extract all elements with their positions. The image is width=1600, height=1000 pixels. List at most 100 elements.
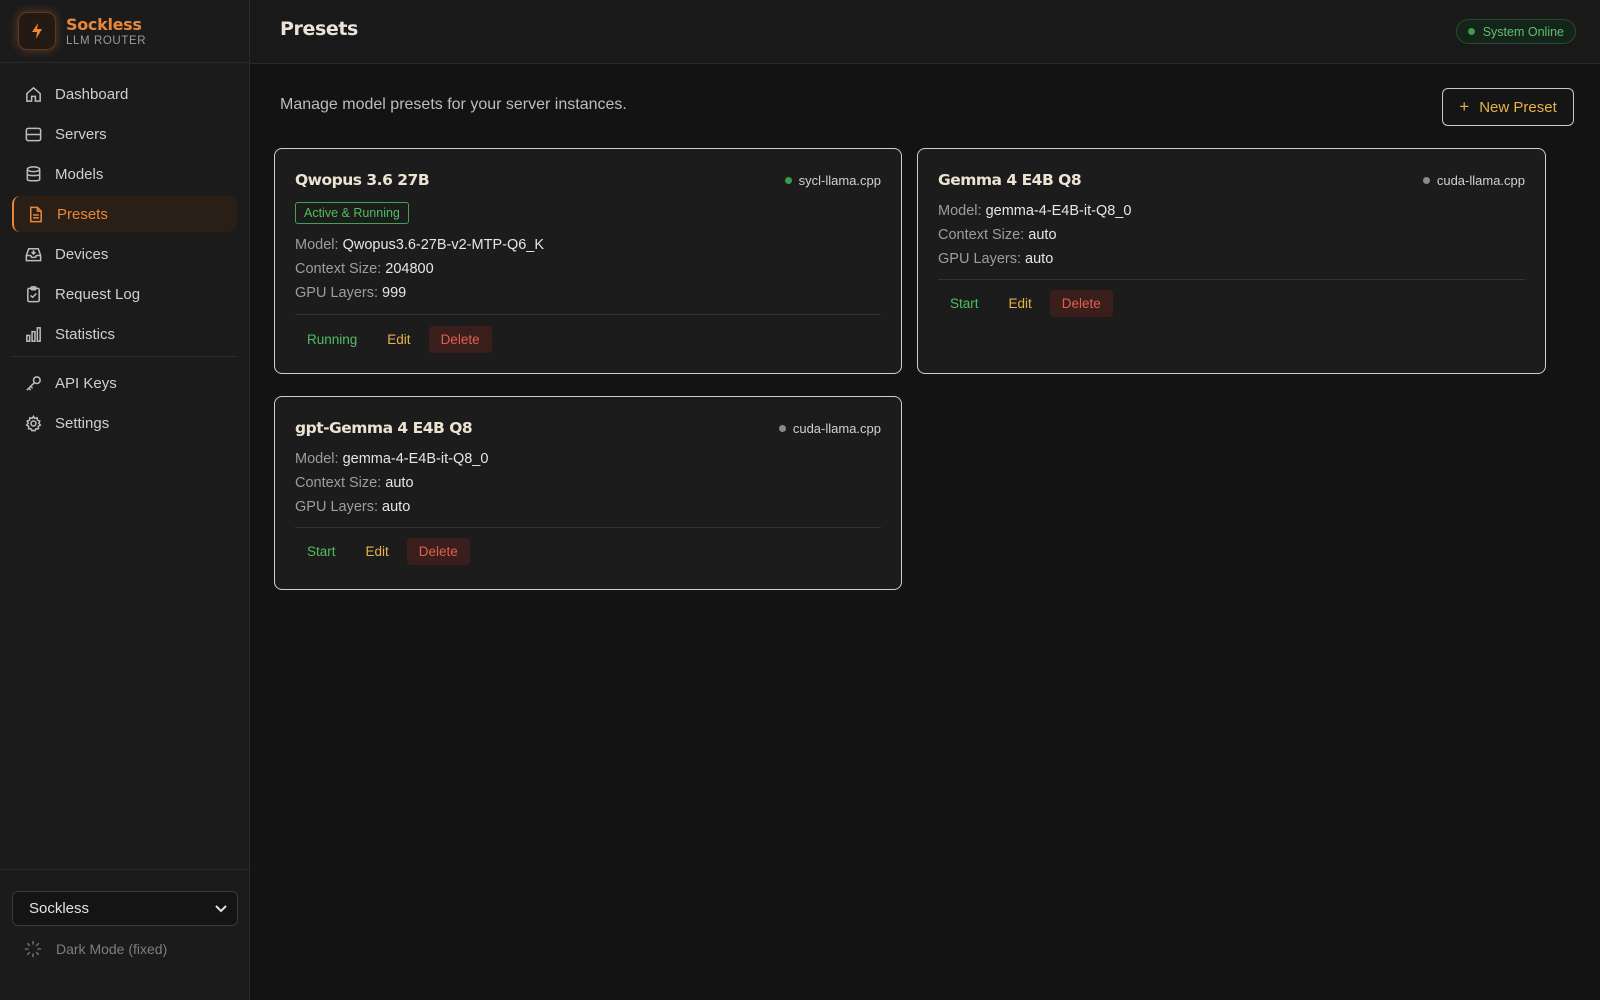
- sidebar-item-dashboard[interactable]: Dashboard: [12, 76, 237, 112]
- preset-name: gpt-Gemma 4 E4B Q8: [295, 419, 473, 437]
- sidebar-item-statistics[interactable]: Statistics: [12, 316, 237, 352]
- engine-status-dot-icon: [784, 177, 792, 184]
- gear-icon: [25, 414, 42, 432]
- edit-button[interactable]: Edit: [354, 538, 401, 565]
- preset-name: Gemma 4 E4B Q8: [938, 171, 1082, 189]
- sidebar-item-label: Devices: [55, 245, 109, 263]
- sidebar-item-label: Request Log: [55, 285, 141, 303]
- engine-label: cuda-llama.cpp: [1436, 173, 1525, 188]
- start-button[interactable]: Start: [295, 538, 348, 565]
- file-icon: [29, 206, 42, 222]
- inbox-icon: [25, 247, 42, 261]
- chevron-down-icon: [215, 904, 227, 912]
- nav-divider: [12, 356, 237, 357]
- card-divider: [295, 314, 881, 315]
- sidebar-item-label: Servers: [55, 125, 107, 143]
- preset-card: Gemma 4 E4B Q8 cuda-llama.cpp Model: gem…: [917, 148, 1546, 374]
- context-label: Context Size:: [295, 261, 382, 277]
- preset-actions: Running Edit Delete: [295, 326, 498, 353]
- running-button[interactable]: Running: [295, 326, 369, 353]
- sidebar-item-presets[interactable]: Presets: [12, 196, 237, 232]
- edit-button[interactable]: Edit: [997, 290, 1044, 317]
- card-divider: [295, 527, 881, 528]
- gpu-label: GPU Layers:: [938, 251, 1021, 267]
- sidebar-item-label: Presets: [57, 205, 108, 223]
- delete-button[interactable]: Delete: [428, 326, 492, 353]
- context-label: Context Size:: [295, 475, 382, 491]
- edit-button[interactable]: Edit: [375, 326, 422, 353]
- page-title: Presets: [280, 18, 358, 40]
- preset-actions: Start Edit Delete: [295, 538, 476, 565]
- new-preset-button[interactable]: + New Preset: [1442, 88, 1574, 126]
- server-icon: [25, 127, 42, 141]
- brand[interactable]: Sockless LLM ROUTER: [0, 0, 249, 63]
- sidebar-item-label: Statistics: [55, 325, 116, 343]
- header: Presets System Online: [250, 0, 1600, 64]
- status-badge: System Online: [1455, 19, 1576, 44]
- preset-engine: cuda-llama.cpp: [1422, 173, 1525, 188]
- status-text: System Online: [1482, 24, 1564, 39]
- preset-actions: Start Edit Delete: [938, 290, 1119, 317]
- gpu-value: auto: [382, 499, 411, 515]
- delete-button[interactable]: Delete: [406, 538, 470, 565]
- lightning-bolt-icon: [18, 12, 56, 50]
- status-badge: Active & Running: [295, 202, 409, 224]
- dark-mode-indicator: Dark Mode (fixed): [24, 940, 167, 958]
- context-value: auto: [385, 475, 414, 491]
- sidebar-item-models[interactable]: Models: [12, 156, 237, 192]
- clipboard-icon: [27, 285, 40, 302]
- model-label: Model:: [295, 237, 339, 253]
- nav: Dashboard Servers Models Presets Devices…: [0, 63, 249, 441]
- brand-subtitle: LLM ROUTER: [66, 35, 147, 47]
- sidebar-item-label: Settings: [55, 414, 110, 432]
- context-label: Context Size:: [938, 227, 1025, 243]
- sidebar-item-servers[interactable]: Servers: [12, 116, 237, 152]
- sidebar-item-settings[interactable]: Settings: [12, 405, 237, 441]
- key-icon: [26, 375, 41, 391]
- sidebar-item-label: Models: [55, 165, 104, 183]
- sidebar: Sockless LLM ROUTER Dashboard Servers Mo…: [0, 0, 250, 1000]
- sidebar-item-request-log[interactable]: Request Log: [12, 276, 237, 312]
- model-label: Model:: [295, 451, 339, 467]
- engine-label: sycl-llama.cpp: [798, 173, 881, 188]
- engine-label: cuda-llama.cpp: [792, 421, 881, 436]
- dark-mode-label: Dark Mode (fixed): [56, 941, 168, 957]
- gpu-value: auto: [1025, 251, 1054, 267]
- model-value: gemma-4-E4B-it-Q8_0: [342, 451, 489, 467]
- brand-name: Sockless: [66, 15, 142, 34]
- sidebar-footer: Sockless Dark Mode (fixed): [0, 869, 249, 1000]
- preset-properties: Model: gemma-4-E4B-it-Q8_0 Context Size:…: [938, 199, 1131, 271]
- preset-engine: sycl-llama.cpp: [784, 173, 881, 188]
- main-content: Manage model presets for your server ins…: [250, 64, 1600, 1000]
- gpu-label: GPU Layers:: [295, 499, 378, 515]
- sidebar-item-label: API Keys: [55, 374, 117, 392]
- status-dot-icon: [1467, 28, 1475, 35]
- preset-engine: cuda-llama.cpp: [778, 421, 881, 436]
- model-label: Model:: [938, 203, 982, 219]
- model-value: Qwopus3.6-27B-v2-MTP-Q6_K: [342, 237, 545, 253]
- preset-properties: Model: gemma-4-E4B-it-Q8_0 Context Size:…: [295, 447, 488, 519]
- instance-select-value: Sockless: [29, 900, 90, 917]
- context-value: auto: [1028, 227, 1057, 243]
- preset-card: Qwopus 3.6 27B sycl-llama.cpp Active & R…: [274, 148, 902, 374]
- sidebar-item-devices[interactable]: Devices: [12, 236, 237, 272]
- gpu-label: GPU Layers:: [295, 285, 378, 301]
- card-divider: [938, 279, 1525, 280]
- context-value: 204800: [385, 261, 434, 277]
- gpu-value: 999: [382, 285, 407, 301]
- instance-select[interactable]: Sockless: [12, 891, 238, 926]
- engine-status-dot-icon: [778, 425, 786, 432]
- preset-name: Qwopus 3.6 27B: [295, 171, 430, 189]
- new-preset-label: New Preset: [1479, 98, 1557, 116]
- model-value: gemma-4-E4B-it-Q8_0: [985, 203, 1132, 219]
- page-subtitle: Manage model presets for your server ins…: [280, 96, 627, 113]
- sidebar-item-api-keys[interactable]: API Keys: [12, 365, 237, 401]
- delete-button[interactable]: Delete: [1049, 290, 1113, 317]
- plus-icon: +: [1459, 97, 1470, 116]
- loader-icon: [24, 940, 42, 958]
- start-button[interactable]: Start: [938, 290, 991, 317]
- engine-status-dot-icon: [1422, 177, 1430, 184]
- sidebar-item-label: Dashboard: [55, 85, 129, 103]
- preset-properties: Model: Qwopus3.6-27B-v2-MTP-Q6_K Context…: [295, 233, 544, 305]
- preset-card: gpt-Gemma 4 E4B Q8 cuda-llama.cpp Model:…: [274, 396, 902, 590]
